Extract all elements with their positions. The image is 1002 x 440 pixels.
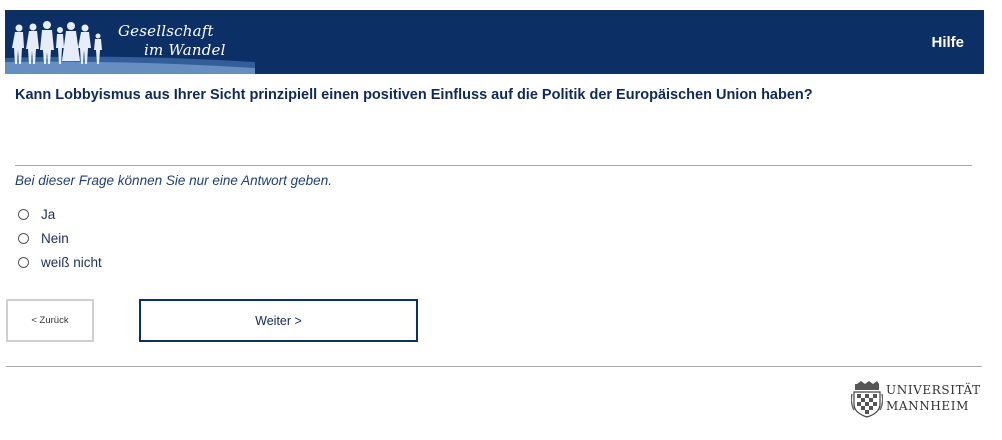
option-label: weiß nicht: [41, 254, 102, 270]
university-crest-icon: [851, 381, 883, 418]
answer-options: Ja Nein weiß nicht: [18, 202, 102, 274]
radio-button[interactable]: [18, 256, 29, 268]
university-name-line1: UNIVERSITÄT: [886, 383, 981, 397]
university-name-line2: MANNHEIM: [886, 399, 970, 413]
option-ja[interactable]: Ja: [18, 202, 102, 226]
divider-top: [15, 165, 972, 166]
logo-title-line2: im Wandel: [144, 41, 226, 59]
next-button[interactable]: Weiter >: [139, 299, 418, 342]
universitaet-mannheim-logo: UNIVERSITÄT MANNHEIM: [851, 379, 986, 419]
help-link[interactable]: Hilfe: [931, 34, 964, 51]
header-bar: Gesellschaft im Wandel Hilfe: [5, 10, 984, 74]
option-nein[interactable]: Nein: [18, 226, 102, 250]
radio-button[interactable]: [18, 232, 29, 244]
option-label: Nein: [41, 230, 69, 246]
divider-bottom: [6, 366, 982, 367]
logo-title-line1: Gesellschaft: [118, 22, 214, 40]
option-weiss-nicht[interactable]: weiß nicht: [18, 250, 102, 274]
question-text: Kann Lobbyismus aus Ihrer Sicht prinzipi…: [15, 87, 813, 103]
gesellschaft-im-wandel-logo: Gesellschaft im Wandel: [5, 10, 255, 74]
radio-button[interactable]: [18, 208, 29, 220]
back-button[interactable]: < Zurück: [6, 299, 94, 342]
option-label: Ja: [41, 206, 56, 222]
answer-instruction: Bei dieser Frage können Sie nur eine Ant…: [15, 173, 332, 188]
